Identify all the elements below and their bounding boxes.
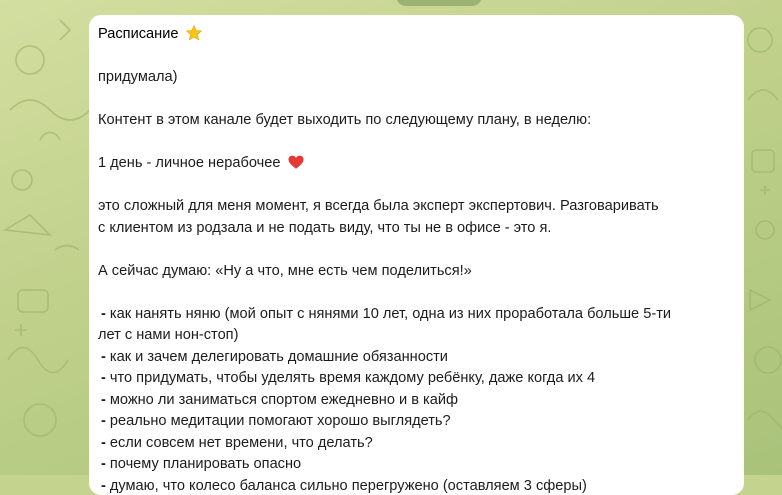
list-item-text: почему планировать опасно [110, 456, 301, 472]
list-item-text: как нанять няню (мой опыт с нянями 10 ле… [110, 306, 671, 322]
day1-text-line: это сложный для меня момент, я всегда бы… [98, 196, 734, 218]
list-item-text: можно ли заниматься спортом ежедневно и … [110, 392, 458, 408]
message-title: Расписание [98, 26, 178, 42]
heart-icon [287, 153, 305, 171]
day1-heading-line: 1 день - личное нерабочее [98, 153, 734, 175]
list-item: -можно ли заниматься спортом ежедневно и… [101, 390, 734, 412]
star-icon [185, 24, 203, 42]
list-item: -реально медитации помогают хорошо выгля… [101, 411, 734, 433]
spacer [98, 239, 734, 261]
date-pill [396, 0, 482, 6]
list-item-text: если совсем нет времени, что делать? [110, 435, 373, 451]
list-dash: - [101, 392, 106, 408]
message-bubble[interactable]: Расписание придумала) Контент в этом кан… [89, 15, 744, 495]
list-dash: - [101, 435, 106, 451]
spacer [98, 46, 734, 68]
thinking-text: А сейчас думаю: «Ну а что, мне есть чем … [98, 261, 734, 283]
list-item: -что придумать, чтобы уделять время кажд… [101, 368, 734, 390]
list-dash: - [101, 370, 106, 386]
spacer [98, 282, 734, 304]
topic-list: -как нанять няню (мой опыт с нянями 10 л… [98, 304, 734, 495]
intro-text: придумала) [98, 67, 734, 89]
list-dash: - [101, 413, 106, 429]
list-item-text: лет с нами нон-стоп) [98, 327, 238, 343]
spacer [98, 175, 734, 197]
message-title-line: Расписание [98, 24, 734, 46]
list-dash: - [101, 456, 106, 472]
list-item: -почему планировать опасно [101, 454, 734, 476]
list-item-text: как и зачем делегировать домашние обязан… [110, 349, 448, 365]
list-item-text: думаю, что колесо баланса сильно перегру… [110, 478, 587, 494]
list-item-text: что придумать, чтобы уделять время каждо… [110, 370, 595, 386]
list-item: -если совсем нет времени, что делать? [101, 433, 734, 455]
spacer [98, 132, 734, 154]
list-item-text: реально медитации помогают хорошо выгляд… [110, 413, 451, 429]
list-dash: - [101, 349, 106, 365]
day1-text-line: с клиентом из родзала и не подать виду, … [98, 218, 734, 240]
day1-heading: 1 день - личное нерабочее [98, 155, 280, 171]
list-item: -как и зачем делегировать домашние обяза… [101, 347, 734, 369]
list-dash: - [101, 478, 106, 494]
spacer [98, 89, 734, 111]
list-item: -думаю, что колесо баланса сильно перегр… [101, 476, 734, 495]
list-item: -как нанять няню (мой опыт с нянями 10 л… [101, 304, 734, 326]
list-dash: - [101, 306, 106, 322]
list-item: лет с нами нон-стоп) [98, 325, 734, 347]
plan-text: Контент в этом канале будет выходить по … [98, 110, 734, 132]
